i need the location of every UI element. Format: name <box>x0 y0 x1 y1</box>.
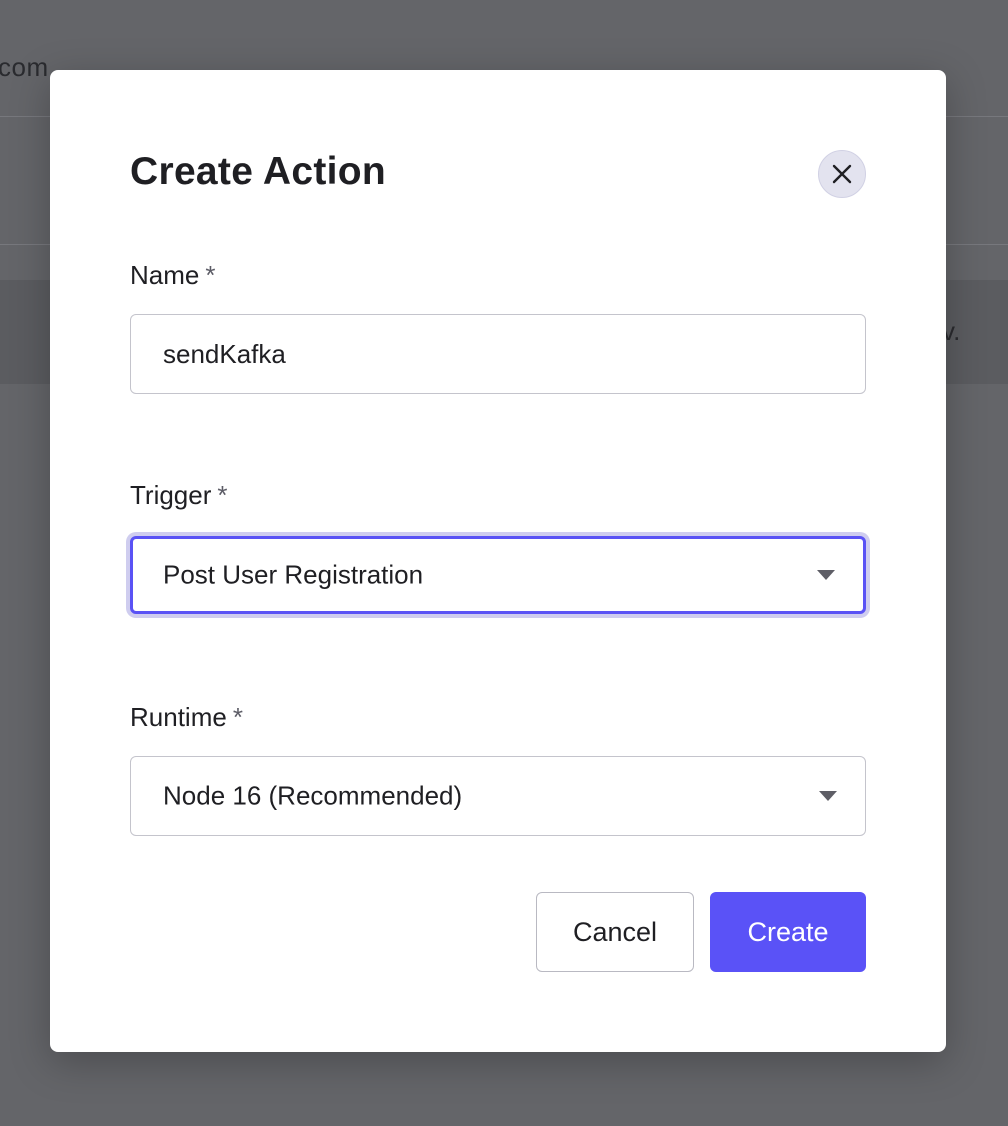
create-action-dialog: Create Action Name* Trigger* Post User R… <box>50 70 946 1052</box>
name-label-text: Name <box>130 260 200 290</box>
trigger-select[interactable]: Post User Registration <box>130 536 866 614</box>
dialog-title: Create Action <box>130 150 387 193</box>
create-button[interactable]: Create <box>710 892 866 972</box>
name-input[interactable] <box>130 314 866 394</box>
backdrop-text: com <box>0 52 49 82</box>
cancel-button[interactable]: Cancel <box>536 892 694 972</box>
runtime-label: Runtime * <box>130 702 243 733</box>
trigger-label: Trigger * <box>130 480 228 511</box>
runtime-select[interactable]: Node 16 (Recommended) <box>130 756 866 836</box>
chevron-down-icon <box>819 791 837 801</box>
close-button[interactable] <box>818 150 866 198</box>
close-icon <box>832 164 852 184</box>
runtime-label-text: Runtime <box>130 702 227 732</box>
name-label: Name * <box>130 260 215 291</box>
chevron-down-icon <box>817 570 835 580</box>
trigger-selected-value: Post User Registration <box>163 559 424 590</box>
required-mark: * <box>217 480 228 510</box>
runtime-selected-value: Node 16 (Recommended) <box>163 780 463 811</box>
required-mark: * <box>205 260 216 290</box>
trigger-label-text: Trigger <box>130 480 212 510</box>
required-mark: * <box>232 702 243 732</box>
